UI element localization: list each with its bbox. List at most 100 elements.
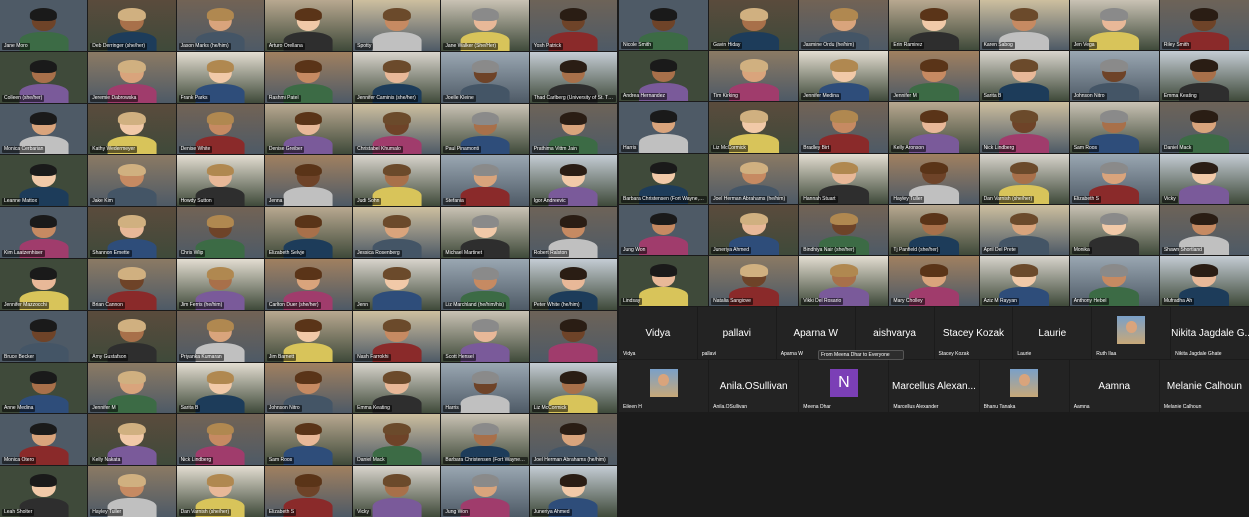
participant-tile[interactable]: Bruce Becker (0, 310, 88, 362)
participant-tile[interactable]: Joel Herman Abrahams (he/him) (529, 414, 617, 466)
participant-tile[interactable]: Peter White (he/him) (529, 258, 617, 310)
participant-tile[interactable]: Andrea Hernandez (619, 51, 709, 102)
participant-tile[interactable]: Riley Smith (1159, 0, 1249, 51)
participant-tile-video-off[interactable]: Eileen H (619, 360, 709, 412)
participant-tile[interactable]: Natalia Sangiove (709, 255, 799, 306)
participant-tile[interactable]: Nash Farrokhi (353, 310, 441, 362)
participant-tile[interactable]: Barbara Christensen (Fort Wayne, IN, she… (441, 414, 529, 466)
participant-tile[interactable]: Jane Walker (She/Her) (441, 0, 529, 51)
participant-tile[interactable]: Rashmi Patel (264, 51, 353, 103)
participant-tile[interactable]: Sarita B (979, 51, 1069, 102)
participant-tile-video-off[interactable]: Nikita Jagdale G... Nikita Jagdale Ghate (1171, 307, 1249, 359)
participant-tile[interactable]: Stefania (441, 155, 529, 207)
participant-tile[interactable]: Johnson Nitro (1069, 51, 1159, 102)
participant-tile[interactable]: Deb Derringer (she/her) (88, 0, 176, 51)
participant-tile[interactable]: Jennifer Caminis (she/her) (353, 51, 441, 103)
participant-tile[interactable]: Emma Keating (353, 362, 441, 414)
participant-tile[interactable]: Jessica Rosenberg (353, 207, 441, 258)
participant-tile-video-off[interactable]: pallavi pallavi (697, 307, 776, 359)
participant-tile-video-off[interactable]: Laurie Laurie (1013, 307, 1092, 359)
participant-tile-video-off[interactable]: N Meena Dhar (799, 360, 889, 412)
participant-tile[interactable]: Prathima Vittm Jain (529, 103, 617, 155)
participant-tile[interactable]: Daniel Mack (353, 414, 441, 466)
participant-tile[interactable]: Joel Herman Abrahams (he/him) (709, 153, 799, 204)
participant-tile[interactable]: Harris (619, 102, 709, 153)
participant-tile-video-off[interactable]: Stacey Kozak Stacey Kozak (934, 307, 1013, 359)
participant-tile[interactable]: Howdy Sutton (176, 155, 264, 207)
participant-tile[interactable]: Christabel Khumalo (353, 103, 441, 155)
participant-tile[interactable]: April Del Prete (979, 204, 1069, 255)
participant-tile[interactable]: Bradley Birt (799, 102, 889, 153)
participant-tile[interactable]: Juneriya Ahmed (529, 466, 617, 517)
participant-tile[interactable]: Jim Barnett (264, 310, 353, 362)
participant-tile[interactable]: Leah Sholter (0, 466, 88, 517)
participant-tile[interactable]: Hannah Stuart (799, 153, 889, 204)
participant-tile[interactable]: Karen Sabog (979, 0, 1069, 51)
participant-tile[interactable]: Mufradha Ah (1159, 255, 1249, 306)
participant-tile[interactable]: Liz Marchland (he/him/his) (441, 258, 529, 310)
participant-tile-video-off[interactable]: Vidya Vidya (619, 307, 697, 359)
participant-tile[interactable]: Scott Hensel (441, 310, 529, 362)
participant-tile[interactable]: Igor Andreevic (529, 155, 617, 207)
participant-tile[interactable]: Frank Parks (176, 51, 264, 103)
participant-tile[interactable]: Elizabeth S (1069, 153, 1159, 204)
participant-tile[interactable]: Daniel Mack (1159, 102, 1249, 153)
participant-tile[interactable]: Monika (1069, 204, 1159, 255)
participant-tile[interactable]: Dan Varnish (she/her) (176, 466, 264, 517)
participant-tile[interactable]: Jasmine Ordu (he/him) (799, 0, 889, 51)
participant-tile[interactable]: Hayley Tuller (889, 153, 979, 204)
participant-tile[interactable]: Thad Carlberg (University of St. Thomas)… (529, 51, 617, 103)
participant-tile-video-off[interactable]: Melanie Calhoun Melanie Calhoun (1159, 360, 1249, 412)
participant-tile[interactable]: Spotty (353, 0, 441, 51)
participant-tile[interactable]: Jim Ferris (he/him) (176, 258, 264, 310)
participant-tile[interactable]: Carlton Duer (she/her) (264, 258, 353, 310)
participant-tile[interactable]: Jung Won (441, 466, 529, 517)
participant-tile[interactable]: Kelly Nakata (88, 414, 176, 466)
participant-tile[interactable]: Kim Laatzenhiser (0, 207, 88, 258)
participant-tile[interactable]: Denise White (176, 103, 264, 155)
participant-tile[interactable]: Paul Pinamonti (441, 103, 529, 155)
participant-tile[interactable]: Jason Marks (he/him) (176, 0, 264, 51)
participant-tile[interactable]: Monica Cerbarian (0, 103, 88, 155)
participant-tile[interactable]: Jennifer Medina (799, 51, 889, 102)
participant-tile[interactable]: Amy Gustafson (88, 310, 176, 362)
chat-toast[interactable]: From Meena Dhar to Everyone (818, 350, 904, 360)
participant-tile[interactable]: Jennifer M (88, 362, 176, 414)
participant-tile[interactable]: Sam Roos (264, 414, 353, 466)
participant-tile[interactable]: Joelle Kleine (441, 51, 529, 103)
participant-tile[interactable]: Nicole Smith (619, 0, 709, 51)
participant-tile-video-off[interactable]: Ruth Ilaa (1092, 307, 1171, 359)
participant-tile[interactable]: Denise Greiber (264, 103, 353, 155)
participant-tile[interactable]: Johnson Nitro (264, 362, 353, 414)
participant-tile[interactable]: Robert Ralston (529, 207, 617, 258)
participant-tile[interactable]: Anthony Hebel (1069, 255, 1159, 306)
participant-tile[interactable]: Brian Cannon (88, 258, 176, 310)
participant-tile[interactable]: Anne Medina (0, 362, 88, 414)
participant-tile[interactable]: Juneriya Ahmed (709, 204, 799, 255)
participant-tile[interactable]: Monica Otero (0, 414, 88, 466)
participant-tile[interactable]: Vikki Del Rosario (799, 255, 889, 306)
participant-tile[interactable] (529, 310, 617, 362)
participant-tile[interactable]: Judi Sohn (353, 155, 441, 207)
participant-tile[interactable]: Sam Roos (1069, 102, 1159, 153)
participant-tile[interactable]: Arturo Orellana (264, 0, 353, 51)
participant-tile[interactable]: Priyanka Kumaran (176, 310, 264, 362)
participant-tile[interactable]: Gavin Hiday (709, 0, 799, 51)
participant-tile[interactable]: Mary Cholley (889, 255, 979, 306)
participant-tile[interactable]: Jenna (264, 155, 353, 207)
participant-tile[interactable]: Elizabeth S (264, 466, 353, 517)
participant-tile-video-off[interactable]: Aamna Aamna (1069, 360, 1159, 412)
participant-tile[interactable]: Kathy Wedermeyer (88, 103, 176, 155)
participant-tile[interactable]: Sarita B (176, 362, 264, 414)
participant-tile[interactable]: Jen Vega (1069, 0, 1159, 51)
participant-tile[interactable]: Michael Martinet (441, 207, 529, 258)
participant-tile[interactable]: Jake Kim (88, 155, 176, 207)
participant-tile[interactable]: Jennifer M (889, 51, 979, 102)
participant-tile[interactable]: Leanne Mattox (0, 155, 88, 207)
participant-tile[interactable]: Yosh Patrick (529, 0, 617, 51)
participant-tile[interactable]: Vicky (353, 466, 441, 517)
participant-tile[interactable]: Jeremie Dabrowska (88, 51, 176, 103)
participant-tile[interactable]: Liz McCormick (529, 362, 617, 414)
participant-tile[interactable]: Jennifer Mazzocchi (0, 258, 88, 310)
participant-tile[interactable]: Nick Lindberg (979, 102, 1069, 153)
